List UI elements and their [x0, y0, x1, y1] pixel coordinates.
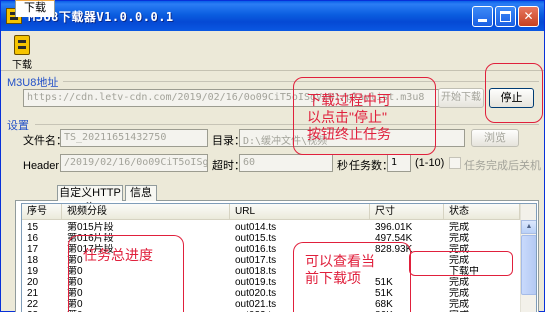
cell-url: out019.ts	[235, 277, 277, 288]
cell-url: out020.ts	[235, 288, 277, 299]
toolbar: 下载	[1, 31, 544, 71]
maximize-button[interactable]	[495, 6, 516, 27]
column-header-url[interactable]: URL	[230, 204, 370, 220]
column-header-index[interactable]: 序号	[22, 204, 62, 220]
progress-annotation-text: 任务总进度	[83, 247, 153, 263]
column-header-status[interactable]: 状态	[444, 204, 520, 220]
minimize-icon	[478, 19, 487, 22]
downloading-row-highlight	[409, 251, 513, 276]
cell-status: 完成	[449, 288, 469, 299]
timeout-input[interactable]: 60	[239, 154, 333, 172]
browse-button[interactable]: 浏览	[471, 129, 519, 147]
cell-url: out018.ts	[235, 266, 277, 277]
tab-info[interactable]: 信息	[125, 185, 157, 201]
filename-input[interactable]: TS_20211651432750	[60, 129, 208, 147]
cell-status: 完成	[449, 299, 469, 310]
tasks-range-label: (1-10)	[415, 157, 445, 169]
settings-section-label: 设置	[7, 120, 29, 132]
current-annotation-text-2: 前下载项	[305, 270, 361, 286]
tasks-input[interactable]: 1	[387, 154, 411, 172]
column-header-size[interactable]: 尺寸	[370, 204, 444, 220]
scroll-up-icon[interactable]: ▲	[521, 220, 536, 234]
cell-index: 21	[27, 288, 39, 299]
title-bar[interactable]: M3U8下载器V1.0.0.0.1 ✕	[1, 1, 544, 31]
cell-index: 17	[27, 244, 39, 255]
column-header-segment[interactable]: 视频分段	[62, 204, 230, 220]
cell-status: 完成	[449, 277, 469, 288]
close-button[interactable]: ✕	[518, 6, 539, 27]
cell-index: 19	[27, 266, 39, 277]
cell-url: out015.ts	[235, 233, 277, 244]
m3u8-section-label: M3U8地址	[7, 77, 59, 89]
cell-status: 完成	[449, 233, 469, 244]
download-toolbar-label: 下载	[12, 60, 32, 71]
tab-download[interactable]: 下载	[15, 0, 55, 17]
cell-index: 18	[27, 255, 39, 266]
cell-url: out021.ts	[235, 299, 277, 310]
download-toolbar-button[interactable]: 下载	[4, 33, 40, 71]
cell-segment: 第015片段	[67, 222, 114, 233]
app-window: M3U8下载器V1.0.0.0.1 ✕ 下载 M3U8地址 https://cd…	[0, 0, 545, 312]
minimize-button[interactable]	[472, 6, 493, 27]
cell-status: 完成	[449, 222, 469, 233]
cell-index: 20	[27, 277, 39, 288]
stop-button-highlight	[485, 63, 543, 123]
maximize-icon	[500, 11, 511, 22]
download-icon	[14, 35, 30, 55]
cell-size: 396.01K	[375, 222, 413, 233]
table-row[interactable]: 15 第015片段 out014.ts 396.01K 完成	[22, 222, 520, 233]
cell-index: 15	[27, 222, 39, 233]
stop-annotation-text-3: 按钮终止任务	[307, 126, 391, 142]
header-input[interactable]: /2019/02/16/0o09CiT5oISgVuW1/	[60, 154, 208, 172]
cell-url: out016.ts	[235, 244, 277, 255]
cell-url: out014.ts	[235, 222, 277, 233]
tab-custom-http-headers[interactable]: 自定义HTTP头	[57, 185, 123, 214]
stop-annotation-text-1: 下载过程中可	[307, 92, 391, 108]
shutdown-checkbox[interactable]	[449, 157, 461, 169]
cell-index: 22	[27, 299, 39, 310]
seconds-label: 秒	[337, 160, 348, 172]
cell-index: 16	[27, 233, 39, 244]
start-download-button[interactable]: 开始下载	[438, 88, 484, 108]
current-annotation-text-1: 可以查看当	[305, 253, 375, 269]
scroll-thumb[interactable]	[521, 235, 536, 295]
settings-divider	[35, 124, 539, 125]
shutdown-label: 任务完成后关机	[464, 160, 541, 172]
cell-url: out017.ts	[235, 255, 277, 266]
list-header: 序号 视频分段 URL 尺寸 状态	[22, 204, 520, 220]
stop-annotation-text-2: 以点击"停止"	[307, 109, 387, 125]
vertical-scrollbar[interactable]: ▲	[520, 204, 536, 312]
